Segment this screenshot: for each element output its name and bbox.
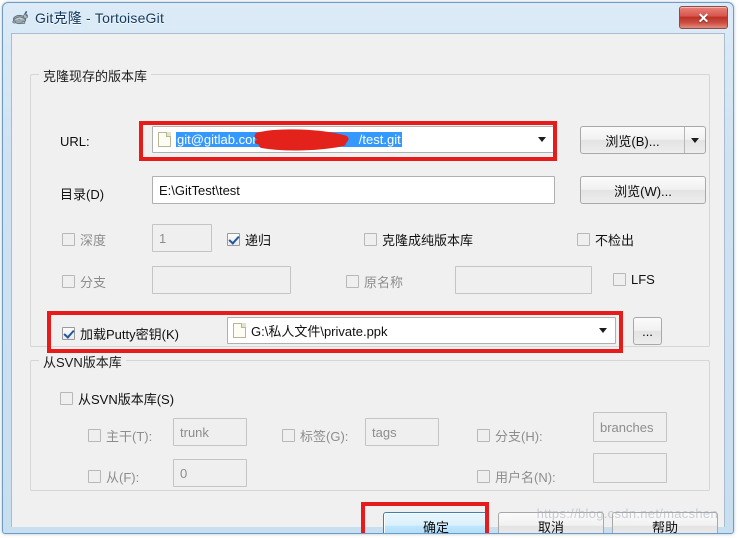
putty-key-checkbox-box[interactable]	[62, 327, 75, 340]
svn-branches-label: 分支(H):	[495, 429, 543, 444]
from-svn-checkbox[interactable]: 从SVN版本库(S)	[60, 389, 174, 408]
watermark-text: https://blog.csdn.net/macshen	[536, 506, 718, 521]
putty-key-checkbox[interactable]: 加载Putty密钥(K)	[62, 324, 179, 343]
from-svn-checkbox-box[interactable]	[60, 392, 73, 405]
svn-username-checkbox-box	[477, 470, 490, 483]
recursive-checkbox[interactable]: 递归	[227, 230, 271, 249]
branch-input	[152, 266, 291, 294]
putty-key-combobox[interactable]: G:\私人文件\private.ppk	[227, 317, 616, 344]
origin-name-input	[455, 266, 592, 294]
directory-label: 目录(D)	[60, 187, 105, 202]
url-combobox[interactable]: git@gitlab.com: /test.git	[152, 126, 555, 153]
svn-username-input	[593, 453, 667, 483]
depth-input: 1	[152, 224, 212, 252]
browse-directory-button[interactable]: 浏览(W)...	[580, 176, 706, 204]
no-checkout-checkbox-box[interactable]	[577, 233, 590, 246]
document-icon	[158, 132, 171, 147]
from-revision-input: 0	[173, 459, 247, 487]
from-revision-checkbox-box	[88, 470, 101, 483]
directory-input[interactable]: E:\GitTest\test	[152, 176, 555, 204]
putty-key-value: G:\私人文件\private.ppk	[251, 324, 388, 339]
browse-url-dropdown-arrow[interactable]	[684, 127, 705, 153]
trunk-input: trunk	[173, 418, 247, 446]
trunk-checkbox-box	[88, 429, 101, 442]
tags-checkbox: 标签(G):	[282, 426, 348, 445]
recursive-label: 递归	[245, 233, 272, 248]
no-checkout-checkbox[interactable]: 不检出	[577, 230, 634, 249]
svn-username-checkbox: 用户名(N):	[477, 467, 556, 486]
trunk-label: 主干(T):	[106, 429, 153, 444]
url-value-prefix: git@gitlab.com:	[177, 132, 267, 147]
document-icon	[233, 323, 246, 338]
lfs-label: LFS	[631, 272, 655, 287]
close-icon: ✕	[697, 9, 710, 26]
tags-checkbox-box	[282, 429, 295, 442]
recursive-checkbox-box[interactable]	[227, 233, 240, 246]
svn-group-title: 从SVN版本库	[39, 352, 126, 371]
no-checkout-label: 不检出	[595, 233, 635, 248]
url-value-suffix: /test.git	[358, 132, 401, 147]
trunk-checkbox: 主干(T):	[88, 426, 152, 445]
browse-url-button-label[interactable]: 浏览(B)...	[581, 127, 684, 153]
lfs-checkbox[interactable]: LFS	[613, 272, 655, 287]
url-label: URL:	[60, 134, 90, 149]
depth-checkbox[interactable]: 深度	[62, 230, 106, 249]
clone-group-title: 克隆现存的版本库	[39, 66, 152, 85]
url-value: git@gitlab.com: /test.git	[176, 132, 533, 147]
putty-key-label: 加载Putty密钥(K)	[80, 327, 179, 342]
url-dropdown-arrow[interactable]	[533, 137, 550, 142]
title-bar: Git克隆 - TortoiseGit ✕	[3, 3, 733, 33]
from-svn-label: 从SVN版本库(S)	[78, 392, 175, 407]
svn-branches-checkbox: 分支(H):	[477, 426, 543, 445]
tortoisegit-turtle-icon	[11, 9, 29, 27]
putty-key-dropdown-arrow[interactable]	[594, 328, 611, 333]
origin-name-label: 原名称	[364, 275, 404, 290]
svn-username-label: 用户名(N):	[495, 470, 556, 485]
putty-key-browse-button[interactable]: ...	[633, 317, 662, 345]
branch-checkbox-box[interactable]	[62, 275, 75, 288]
svn-branches-input: branches	[593, 412, 667, 442]
clone-repository-group: 克隆现存的版本库	[30, 66, 710, 347]
depth-label: 深度	[80, 233, 107, 248]
from-revision-label: 从(F):	[106, 470, 140, 485]
origin-name-checkbox-box[interactable]	[346, 275, 359, 288]
lfs-checkbox-box[interactable]	[613, 273, 626, 286]
from-revision-checkbox: 从(F):	[88, 467, 139, 486]
tags-input: tags	[365, 418, 439, 446]
window-title: Git克隆 - TortoiseGit	[35, 10, 165, 26]
bare-clone-label: 克隆成纯版本库	[382, 233, 474, 248]
dialog-window: Git克隆 - TortoiseGit ✕ 克隆现存的版本库 URL: git@…	[2, 2, 734, 534]
svn-branches-checkbox-box	[477, 429, 490, 442]
depth-checkbox-box[interactable]	[62, 233, 75, 246]
bare-clone-checkbox[interactable]: 克隆成纯版本库	[364, 230, 473, 249]
origin-name-checkbox[interactable]: 原名称	[346, 272, 403, 291]
bare-clone-checkbox-box[interactable]	[364, 233, 377, 246]
close-button[interactable]: ✕	[679, 6, 728, 29]
dialog-client-area: 克隆现存的版本库 URL: git@gitlab.com: /test.git …	[11, 33, 725, 533]
branch-label: 分支	[80, 275, 107, 290]
branch-checkbox[interactable]: 分支	[62, 272, 106, 291]
browse-url-split-button[interactable]: 浏览(B)...	[580, 126, 706, 154]
tags-label: 标签(G):	[300, 429, 349, 444]
ok-button[interactable]: 确定	[383, 512, 489, 533]
